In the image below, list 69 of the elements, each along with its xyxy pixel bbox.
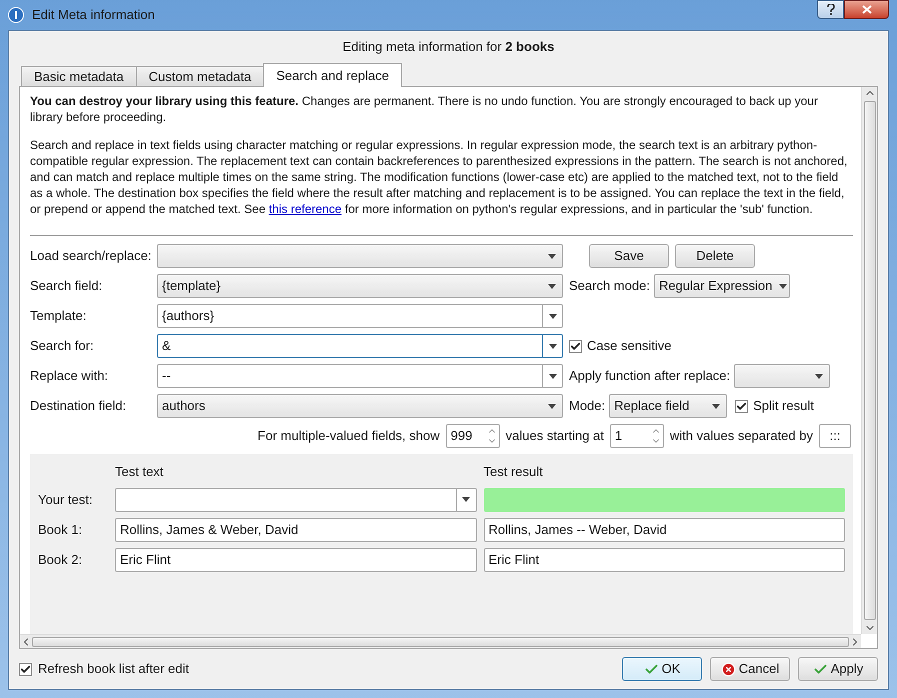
field-label: with values separated by	[670, 427, 813, 446]
text-field[interactable]: :::	[819, 424, 851, 448]
help-button[interactable]	[817, 0, 844, 19]
tab[interactable]: Search and replace	[263, 63, 402, 87]
close-button[interactable]	[844, 0, 889, 19]
text-field[interactable]: Eric Flint	[115, 548, 476, 572]
checkbox-label: Split result	[753, 397, 814, 416]
window-title: Edit Meta information	[32, 6, 156, 24]
combo-field[interactable]	[115, 488, 476, 512]
checkbox-label: Refresh book list after edit	[38, 660, 190, 678]
field-label: Load search/replace:	[30, 247, 152, 266]
dropdown-arrow-icon	[712, 404, 720, 408]
horizontal-scrollbar[interactable]	[20, 634, 861, 648]
spin-box[interactable]: 999	[446, 424, 500, 448]
tab[interactable]: Basic metadata	[21, 66, 137, 87]
dropdown-arrow-icon	[778, 284, 787, 288]
field-label: Search for:	[30, 337, 95, 356]
description-text: Search and replace in text fields using character matching or regular expressions. In regular expression mode, the search text is an arbitrary python-compatible regular expression. The replacement text can contain backreferences to parenthesized expressions in the pattern. The search is not anchored, and can match and replace multiple times on the same string. The modification functions (lower-case etc) are applied to the matched text, not to the field as a whole. The destination box specifies the field where the result after matching and replacement is to be assigned. You can replace the text in the field, or prepend or append the matched text. See this reference for more information on python's regular expressions, and in particular the 'sub' function.	[30, 137, 848, 217]
dropdown-arrow-icon	[548, 374, 556, 378]
close-icon	[862, 5, 872, 14]
dropdown[interactable]: Regular Expression	[654, 274, 790, 298]
field-label: Replace with:	[30, 367, 110, 386]
cancel-icon	[720, 662, 736, 676]
field-label: Destination field:	[30, 397, 128, 416]
dialog-button[interactable]: Cancel	[710, 657, 790, 681]
checkbox[interactable]	[19, 662, 32, 676]
dropdown-arrow-icon	[548, 254, 556, 258]
reference-link[interactable]: this reference	[268, 202, 342, 216]
dialog-button[interactable]: OK	[622, 657, 702, 681]
dropdown-arrow-icon	[548, 314, 556, 318]
field-label: Search mode:	[569, 277, 650, 296]
field-label: Apply function after replace:	[569, 367, 730, 386]
dropdown-arrow-icon	[548, 284, 556, 288]
combo-field[interactable]: --	[157, 364, 563, 388]
field-label: Template:	[30, 307, 88, 326]
text-field[interactable]: Eric Flint	[484, 548, 845, 572]
column-header: Test result	[484, 463, 544, 481]
delete-button[interactable]: Delete	[675, 244, 755, 268]
checkbox[interactable]	[569, 340, 582, 352]
checkbox[interactable]	[735, 400, 748, 412]
combo-field[interactable]: &	[157, 334, 563, 358]
row-label: Book 2:	[38, 550, 84, 569]
info-icon	[8, 7, 24, 23]
dropdown-arrow-icon	[815, 374, 824, 378]
combo-field[interactable]: {authors}	[157, 304, 563, 328]
dropdown-arrow-icon	[462, 497, 470, 502]
row-label: Your test:	[38, 490, 94, 509]
field-label: For multiple-valued fields, show	[258, 427, 440, 446]
field-label: values starting at	[506, 427, 604, 446]
field-label: Mode:	[569, 397, 606, 416]
dropdown-arrow-icon	[548, 404, 556, 408]
text-field[interactable]: Rollins, James -- Weber, David	[484, 518, 845, 542]
dropdown-arrow-icon	[548, 344, 556, 348]
dropdown[interactable]: authors	[157, 394, 563, 418]
save-button[interactable]: Save	[589, 244, 669, 268]
dropdown[interactable]: {template}	[157, 274, 563, 298]
dropdown[interactable]: Replace field	[609, 394, 728, 418]
tab[interactable]: Custom metadata	[136, 66, 264, 87]
dialog-button[interactable]: Apply	[798, 657, 878, 681]
help-icon	[826, 4, 834, 15]
row-label: Book 1:	[38, 520, 84, 539]
warning-text: You can destroy your library using this feature. Changes are permanent. There is no undo function. You are strongly encouraged to back up your library before proceeding.	[30, 93, 819, 125]
vertical-scrollbar[interactable]	[861, 87, 877, 634]
column-header: Test text	[115, 463, 164, 481]
text-field[interactable]: Rollins, James & Weber, David	[115, 518, 476, 542]
heading: Editing meta information for 2 books	[342, 38, 554, 56]
spin-box[interactable]: 1	[610, 424, 664, 448]
field-label: Search field:	[30, 277, 104, 296]
checkbox-label: Case sensitive	[587, 337, 672, 356]
